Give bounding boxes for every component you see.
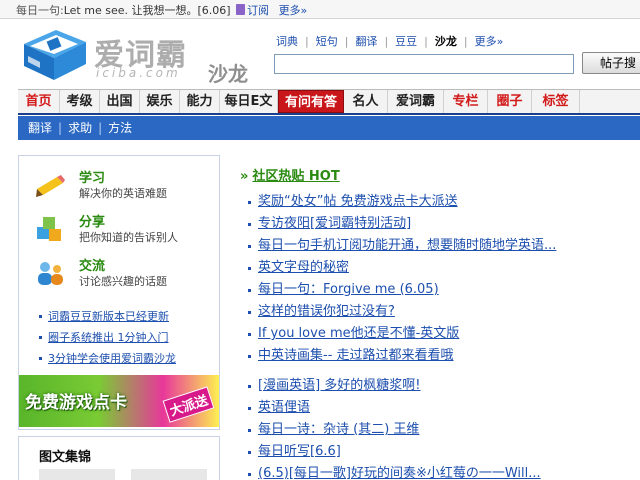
list-item[interactable]: 词霸豆豆新版本已经更新 bbox=[39, 306, 176, 327]
product-nav-doudou[interactable]: 豆豆 bbox=[395, 35, 417, 48]
banner-badge: 大派送 bbox=[162, 386, 215, 423]
list-item[interactable]: (6.5)[每日一歌]好玩的间奏※小红莓の一一Will... bbox=[248, 463, 541, 480]
main-nav-tab[interactable]: 名人 bbox=[344, 90, 388, 113]
main-nav-tab[interactable]: 能力 bbox=[180, 90, 220, 113]
daily-sentence-label: 每日一句: bbox=[16, 4, 64, 17]
list-item[interactable]: If you love me他还是不懂-英文版 bbox=[248, 323, 556, 345]
left-link-list: 词霸豆豆新版本已经更新 圈子系统推出 1分钟入门 3分钟学会使用爱词霸沙龙 bbox=[39, 306, 176, 369]
feature-learn[interactable]: 学习 解决你的英语难题 bbox=[19, 165, 219, 205]
product-nav: 词典 | 短句 | 翻译 | 豆豆 | 沙龙 | 更多» bbox=[276, 33, 503, 49]
list-item[interactable]: 每日一句手机订阅功能开通，想要随时随地学英语... bbox=[248, 235, 556, 257]
product-nav-more[interactable]: 更多» bbox=[475, 35, 504, 48]
list-item[interactable]: 每日听写[6.6] bbox=[248, 441, 541, 463]
list-item[interactable]: 圈子系统推出 1分钟入门 bbox=[39, 327, 176, 348]
feature-share[interactable]: 分享 把你知道的告诉别人 bbox=[19, 209, 219, 249]
hot-post-list: 奖励“处女”帖 免费游戏点卡大派送 专访夜阳[爱词霸特别活动] 每日一句手机订阅… bbox=[248, 191, 556, 367]
nav-separator: | bbox=[305, 35, 309, 48]
hot-posts-link[interactable]: 社区热贴 HOT bbox=[252, 169, 339, 184]
nav-separator: | bbox=[463, 35, 468, 48]
gallery-panel: 图文集锦 bbox=[18, 436, 220, 480]
subscribe-icon[interactable] bbox=[236, 4, 246, 15]
section-name: 沙龙 bbox=[208, 62, 248, 86]
daily-sentence-date: [6.06] bbox=[197, 4, 231, 17]
feature-communicate[interactable]: 交流 讨论感兴趣的话题 bbox=[19, 253, 219, 293]
main-nav-tab[interactable]: 爱词霸 bbox=[388, 90, 444, 113]
product-nav-translate[interactable]: 翻译 bbox=[355, 35, 377, 48]
main-nav-tab[interactable]: 考级 bbox=[60, 90, 100, 113]
main-nav-tab[interactable]: 娱乐 bbox=[140, 90, 180, 113]
subnav-item-help[interactable]: 求助 bbox=[68, 121, 92, 135]
gallery-thumbnail[interactable] bbox=[39, 469, 115, 480]
list-item[interactable]: 这样的错误你犯过没有? bbox=[248, 301, 556, 323]
main-nav-tab[interactable]: 专栏 bbox=[444, 90, 488, 113]
left-panel: 学习 解决你的英语难题 分享 把你知道的告诉别人 交流 讨论感兴趣的话题 词霸豆… bbox=[18, 155, 220, 430]
double-arrow-icon: » bbox=[240, 169, 249, 184]
subscribe-link[interactable]: 订阅 bbox=[247, 4, 269, 17]
main-nav: 首页 考级 出国 娱乐 能力 每日E文 有问有答 名人 爱词霸 专栏 圈子 标签 bbox=[18, 89, 640, 115]
post-search-button[interactable]: 帖子搜 bbox=[582, 52, 640, 74]
book-logo-icon bbox=[24, 30, 86, 80]
feature-title: 学习 bbox=[79, 171, 106, 186]
brand-domain: iciba.com bbox=[96, 66, 181, 80]
list-item[interactable]: 奖励“处女”帖 免费游戏点卡大派送 bbox=[248, 191, 556, 213]
list-item[interactable]: 中英诗画集-- 走过路过都来看看哦 bbox=[248, 345, 556, 367]
subnav-separator: | bbox=[58, 121, 63, 135]
nav-separator: | bbox=[384, 35, 389, 48]
feature-desc: 讨论感兴趣的话题 bbox=[79, 275, 167, 288]
list-item[interactable]: 每日一诗：杂诗 (其二) 王维 bbox=[248, 419, 541, 441]
daily-sentence-text[interactable]: Let me see. 让我想一想。 bbox=[64, 4, 198, 17]
feature-title: 交流 bbox=[79, 259, 106, 274]
people-icon bbox=[35, 259, 67, 287]
sub-nav: 翻译 | 求助 | 方法 bbox=[18, 116, 640, 140]
feature-title: 分享 bbox=[79, 215, 106, 230]
main-nav-tab[interactable]: 圈子 bbox=[488, 90, 532, 113]
post-list-secondary: [漫画英语] 多好的枫糖浆啊! 英语俚语 每日一诗：杂诗 (其二) 王维 每日听… bbox=[248, 375, 541, 480]
list-item[interactable]: [漫画英语] 多好的枫糖浆啊! bbox=[248, 375, 541, 397]
nav-separator: | bbox=[424, 35, 428, 48]
gallery-thumbnail[interactable] bbox=[131, 469, 207, 480]
list-item[interactable]: 专访夜阳[爱词霸特别活动] bbox=[248, 213, 556, 235]
pencil-icon bbox=[35, 171, 67, 199]
search-input[interactable] bbox=[274, 54, 574, 74]
site-logo[interactable]: 爱词霸 iciba.com 沙龙 bbox=[20, 24, 260, 88]
daily-sentence: 每日一句:Let me see. 让我想一想。[6.06] 订阅 更多» bbox=[16, 2, 307, 18]
subnav-separator: | bbox=[98, 121, 103, 135]
main-nav-tab[interactable]: 首页 bbox=[18, 90, 60, 113]
list-item[interactable]: 3分钟学会使用爱词霸沙龙 bbox=[39, 348, 176, 369]
main-nav-tab[interactable]: 出国 bbox=[100, 90, 140, 113]
feature-desc: 解决你的英语难题 bbox=[79, 187, 167, 200]
nav-separator: | bbox=[344, 35, 349, 48]
more-link[interactable]: 更多» bbox=[279, 4, 308, 17]
list-item[interactable]: 英语俚语 bbox=[248, 397, 541, 419]
subnav-item-translate[interactable]: 翻译 bbox=[28, 121, 52, 135]
list-item[interactable]: 每日一句：Forgive me (6.05) bbox=[248, 279, 556, 301]
feature-desc: 把你知道的告诉别人 bbox=[79, 231, 178, 244]
banner-text: 免费游戏点卡 bbox=[25, 393, 127, 413]
game-card-banner[interactable]: 免费游戏点卡 大派送 bbox=[19, 375, 219, 427]
product-nav-salon[interactable]: 沙龙 bbox=[435, 35, 457, 48]
product-nav-dict[interactable]: 词典 bbox=[276, 35, 298, 48]
gallery-title: 图文集锦 bbox=[39, 450, 92, 465]
product-nav-sentence[interactable]: 短句 bbox=[316, 35, 338, 48]
list-item[interactable]: 英文字母的秘密 bbox=[248, 257, 556, 279]
main-nav-tab[interactable]: 每日E文 bbox=[220, 90, 278, 113]
subnav-item-method[interactable]: 方法 bbox=[108, 121, 132, 135]
main-nav-tab[interactable]: 有问有答 bbox=[278, 90, 344, 113]
top-strip: 每日一句:Let me see. 让我想一想。[6.06] 订阅 更多» bbox=[0, 0, 640, 19]
blocks-icon bbox=[35, 215, 67, 243]
hot-posts-heading: » 社区热贴 HOT bbox=[240, 165, 340, 184]
main-nav-tab[interactable]: 标签 bbox=[532, 90, 580, 113]
